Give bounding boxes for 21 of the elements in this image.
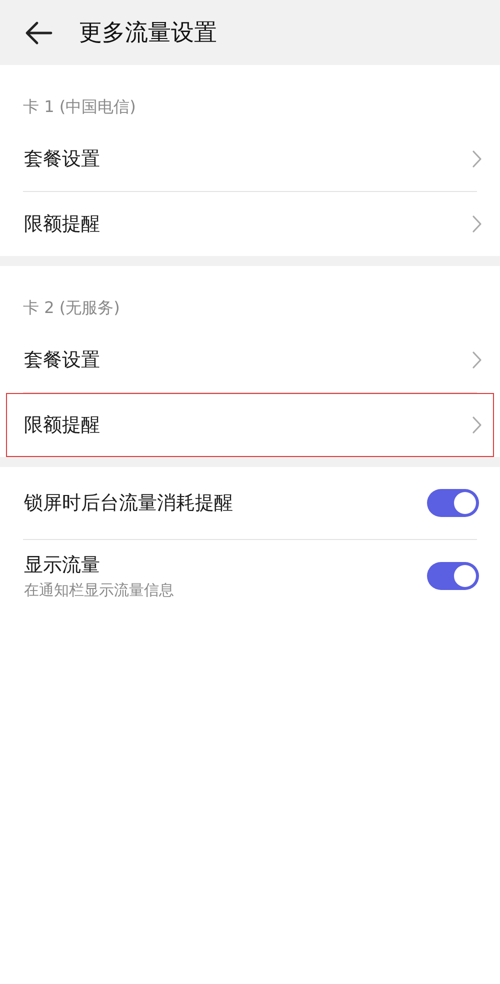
item-label: 套餐设置 <box>24 147 100 172</box>
settings-item[interactable]: 套餐设置 <box>6 328 494 392</box>
chevron-right-icon <box>472 150 482 168</box>
item-label: 锁屏时后台流量消耗提醒 <box>24 491 233 516</box>
settings-item[interactable]: 限额提醒 <box>6 393 494 457</box>
item-label: 限额提醒 <box>24 212 100 237</box>
toggle-switch[interactable] <box>427 562 479 590</box>
back-arrow-icon[interactable] <box>25 20 53 44</box>
toggle-switch[interactable] <box>427 489 479 517</box>
item-label: 套餐设置 <box>24 348 100 373</box>
section-heading: 卡 2 (无服务) <box>22 297 121 319</box>
page-title: 更多流量设置 <box>79 19 217 48</box>
settings-item[interactable]: 限额提醒 <box>6 192 494 256</box>
chevron-right-icon <box>472 416 482 434</box>
item-label: 显示流量 <box>24 553 101 578</box>
item-description: 在通知栏显示流量信息 <box>24 581 174 600</box>
item-label: 限额提醒 <box>24 413 100 438</box>
settings-item[interactable]: 套餐设置 <box>6 127 494 191</box>
chevron-right-icon <box>472 215 482 233</box>
chevron-right-icon <box>472 351 482 369</box>
section-heading: 卡 1 (中国电信) <box>22 96 137 118</box>
